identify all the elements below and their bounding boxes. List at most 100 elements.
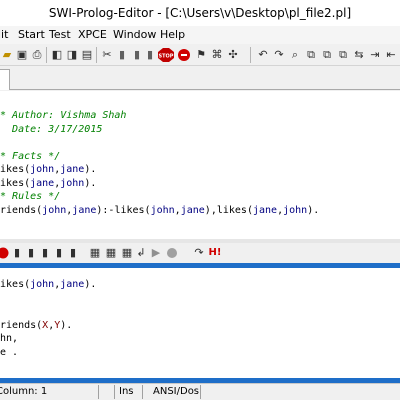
code-token: likes( bbox=[0, 279, 31, 290]
paste-icon[interactable]: ▮ bbox=[130, 48, 144, 62]
toolbar-separator bbox=[96, 47, 97, 63]
code-token: /* Author: Vishma Shah bbox=[0, 110, 127, 121]
save-icon[interactable]: ▣ bbox=[15, 48, 29, 62]
code-token: ),likes( bbox=[204, 204, 253, 216]
code-token: /* Facts */ bbox=[0, 150, 61, 162]
menu-window[interactable]: Window bbox=[113, 28, 156, 41]
breakpoint-icon[interactable]: ▮ bbox=[10, 246, 24, 260]
open-folder-icon[interactable]: ▰ bbox=[0, 48, 14, 62]
outdent-icon[interactable]: ⇤ bbox=[384, 48, 398, 62]
code-line: likes(jane,john). bbox=[0, 177, 96, 190]
code-line: friends(john,jane):-likes(john,jane),lik… bbox=[0, 204, 319, 217]
clear-icon[interactable] bbox=[177, 48, 191, 62]
code-token: friends( bbox=[0, 319, 43, 331]
undo-icon[interactable]: ↶ bbox=[256, 48, 270, 62]
code-token: ). bbox=[307, 204, 320, 216]
record-icon[interactable] bbox=[165, 246, 179, 260]
title-bar: SWI-Prolog-Editor - [C:\Users\v\Desktop\… bbox=[0, 0, 400, 26]
delete-icon[interactable]: ▤ bbox=[80, 48, 94, 62]
code-token: /* Rules */ bbox=[0, 191, 61, 202]
code-editor[interactable]: /* Author: Vishma Shah Date: 3/17/2015 /*… bbox=[0, 91, 400, 239]
code-token: ):-likes( bbox=[96, 204, 151, 216]
code-token: jane bbox=[60, 164, 85, 175]
toolbar-separator bbox=[46, 47, 47, 63]
code-line: /* Rules */ bbox=[0, 190, 60, 203]
window-title: SWI-Prolog-Editor - [C:\Users\v\Desktop\… bbox=[48, 6, 352, 20]
stop-icon[interactable] bbox=[0, 246, 10, 260]
status-separator bbox=[200, 385, 201, 399]
step-over-icon[interactable]: ▮ bbox=[38, 246, 52, 260]
code-line: likes(john,jane). bbox=[0, 163, 96, 176]
code-token: Date: 3/17/2015 bbox=[0, 123, 103, 135]
status-encoding: ANSI/Dos bbox=[153, 386, 200, 397]
code-line: Date: 3/17/2015 bbox=[0, 123, 102, 136]
status-separator bbox=[142, 385, 143, 399]
reload-icon[interactable]: ✣ bbox=[226, 48, 240, 62]
code-token: john bbox=[60, 177, 85, 189]
menu-start[interactable]: Start bbox=[18, 28, 45, 41]
print-icon[interactable]: ⎙ bbox=[30, 48, 44, 62]
stop-icon[interactable]: STOP bbox=[158, 48, 174, 62]
code-token: john bbox=[150, 204, 175, 216]
menu-edit[interactable]: lit bbox=[0, 28, 8, 41]
redo-icon[interactable]: ◨ bbox=[65, 48, 79, 62]
stack-icon[interactable]: ▦ bbox=[104, 246, 118, 260]
status-bar: Column: 1 Ins ANSI/Dos bbox=[0, 383, 400, 400]
code-token: john bbox=[30, 279, 55, 290]
code-token: jane bbox=[252, 204, 278, 216]
settings-icon[interactable]: ⇆ bbox=[352, 48, 366, 62]
menu-bar: lit Start Test XPCE Window Help bbox=[0, 26, 400, 44]
code-token: john bbox=[283, 204, 308, 216]
compile-icon[interactable]: ⌘ bbox=[210, 48, 224, 62]
undo-icon[interactable]: ◧ bbox=[50, 48, 64, 62]
tab-strip bbox=[0, 66, 400, 90]
run-icon[interactable]: ⧉ bbox=[304, 48, 318, 62]
code-line: /* Facts */ bbox=[0, 150, 60, 163]
code-token: ). bbox=[60, 319, 73, 331]
query-icon[interactable]: ⧉ bbox=[336, 48, 350, 62]
toolbar-separator bbox=[250, 47, 251, 63]
code-line: ohn, bbox=[0, 332, 18, 345]
code-token: jane bbox=[72, 204, 97, 216]
redo-icon[interactable]: ↷ bbox=[272, 48, 286, 62]
variables-icon[interactable]: ▦ bbox=[88, 246, 102, 260]
code-token: john bbox=[42, 204, 67, 216]
refresh-icon[interactable]: ↷ bbox=[192, 246, 206, 260]
menu-test[interactable]: Test bbox=[49, 28, 71, 41]
indent-icon[interactable]: ⇥ bbox=[368, 48, 382, 62]
copy-icon[interactable]: ✂ bbox=[100, 48, 114, 62]
menu-xpce[interactable]: XPCE bbox=[78, 28, 107, 41]
code-token: ohn, bbox=[0, 333, 19, 344]
step-into-icon[interactable]: ▮ bbox=[24, 246, 38, 260]
query-console[interactable]: likes(john,jane). friends(X,Y).ohn, ne . bbox=[0, 268, 400, 378]
status-separator bbox=[114, 385, 115, 399]
tab-pl-file2[interactable] bbox=[0, 69, 10, 90]
svg-text:STOP: STOP bbox=[159, 54, 174, 60]
main-toolbar: ▰ ▣ ⎙ ◧ ◨ ▤ ✂ ▮ ▮ ▮ STOP ⚑ ⌘ ✣ ↶ ↷ ⌕ ⧉ ⧉… bbox=[0, 44, 400, 66]
status-column: Column: 1 bbox=[0, 386, 48, 397]
menu-help[interactable]: Help bbox=[160, 28, 185, 41]
code-token: ne . bbox=[0, 346, 19, 358]
code-token: friends( bbox=[0, 204, 43, 216]
code-token: likes( bbox=[0, 164, 31, 175]
halt-icon[interactable]: H! bbox=[207, 246, 223, 260]
find-icon[interactable]: ▮ bbox=[143, 48, 157, 62]
step-icon[interactable]: ↲ bbox=[134, 246, 148, 260]
code-token: john bbox=[30, 164, 55, 175]
step-out-icon[interactable]: ▮ bbox=[52, 246, 66, 260]
code-token: ). bbox=[84, 164, 97, 175]
debug-toolbar: ▮ ▮ ▮ ▮ ▮ ▦ ▦ ▦ ↲ ▶ ↷ H! bbox=[0, 243, 400, 263]
console-frame: likes(john,jane). friends(X,Y).ohn, ne . bbox=[0, 263, 400, 383]
check-icon[interactable]: ⚑ bbox=[194, 48, 208, 62]
code-line: friends(X,Y). bbox=[0, 319, 72, 332]
status-mode: Ins bbox=[119, 386, 134, 397]
help-icon[interactable]: ⌕ bbox=[288, 48, 302, 62]
watch-icon[interactable]: ▮ bbox=[66, 246, 80, 260]
trace-icon[interactable]: ▦ bbox=[120, 246, 134, 260]
run-icon[interactable]: ▶ bbox=[149, 246, 163, 260]
code-line: ne . bbox=[0, 346, 18, 359]
code-token: jane bbox=[30, 177, 55, 189]
cut-icon[interactable]: ▮ bbox=[115, 48, 129, 62]
code-token: jane bbox=[60, 279, 85, 290]
consult-icon[interactable]: ⧉ bbox=[320, 48, 334, 62]
